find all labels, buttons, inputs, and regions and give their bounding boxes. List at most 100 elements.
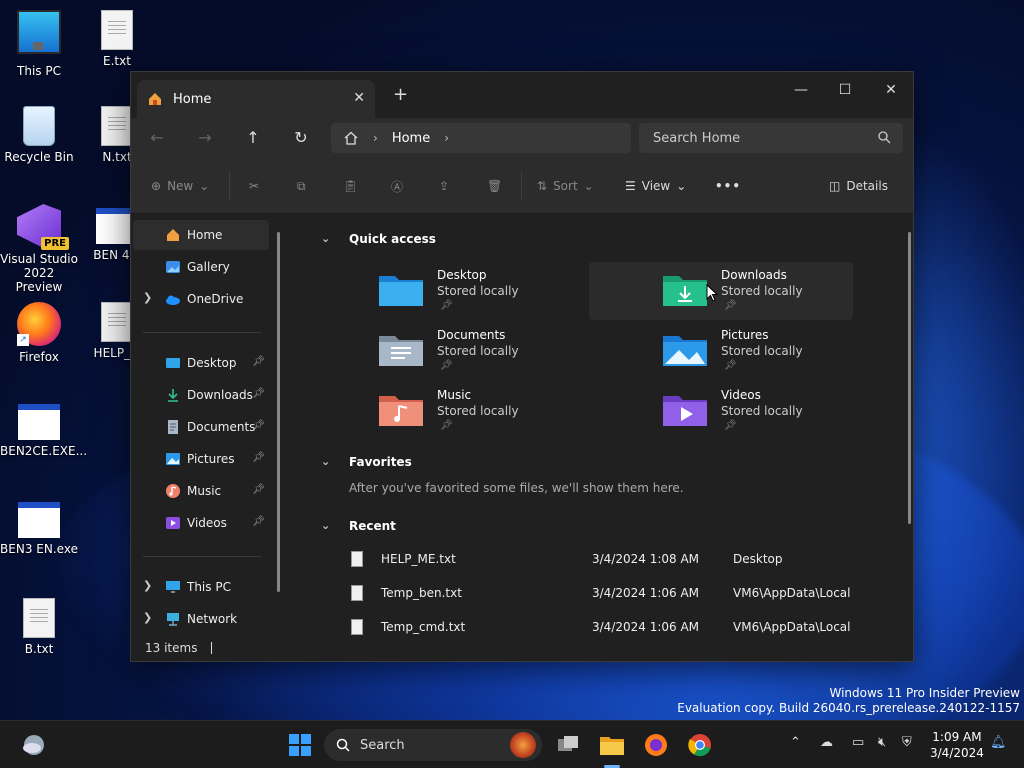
sort-button[interactable]: ⇅ Sort ⌄ — [537, 176, 594, 196]
recent-header[interactable]: ⌄ Recent — [321, 519, 396, 533]
pin-icon[interactable]: 📌︎ — [252, 356, 265, 367]
pin-icon[interactable]: 📌︎ — [252, 388, 265, 399]
cut-icon[interactable]: ✂ — [249, 176, 259, 196]
pin-icon[interactable]: 📌︎ — [252, 420, 265, 431]
forward-arrow-icon[interactable]: → — [193, 126, 217, 150]
desktop-icon-recycle-bin[interactable]: Recycle Bin — [0, 106, 78, 164]
content-scrollbar[interactable] — [908, 232, 911, 524]
minimize-button[interactable]: — — [779, 76, 823, 106]
volume-muted-icon[interactable]: 🔇︎ — [878, 735, 886, 750]
weather-icon[interactable] — [20, 731, 48, 759]
folder-name: Videos — [721, 388, 761, 402]
sidebar-scrollbar[interactable] — [277, 232, 280, 592]
taskbar-search[interactable]: Search — [324, 729, 542, 761]
address-bar: ← → ↑ ↻ › Home › Search Home — [131, 118, 913, 158]
close-tab-icon[interactable]: ✕ — [353, 90, 365, 106]
chevron-down-icon[interactable]: ⌄ — [321, 519, 330, 532]
more-options-button[interactable]: ••• — [715, 176, 741, 196]
desktop-icon-this-pc[interactable]: This PC — [0, 10, 78, 78]
table-row[interactable]: Temp_ben.txt 3/4/2024 1:06 AM VM6\AppDat… — [321, 581, 881, 605]
delete-icon[interactable]: 🗑︎ — [487, 176, 502, 196]
desktop-icon-firefox[interactable]: ↗ Firefox — [0, 302, 78, 364]
notification-bell-icon[interactable]: 🔔︎ — [990, 735, 1007, 750]
share-icon[interactable]: ⇪ — [439, 176, 449, 196]
pin-icon: 📌︎ — [724, 420, 737, 431]
table-row[interactable]: Temp_cmd.txt 3/4/2024 1:06 AM VM6\AppDat… — [321, 615, 881, 637]
title-bar[interactable]: Home ✕ + — ☐ ✕ — [131, 72, 913, 118]
sidebar-item-onedrive[interactable]: ❯ OneDrive — [133, 284, 269, 314]
quick-access-downloads[interactable]: Downloads Stored locally 📌︎ — [589, 262, 853, 320]
sidebar-item-documents[interactable]: Documents 📌︎ — [133, 412, 269, 442]
folder-status: Stored locally — [721, 344, 803, 358]
download-icon — [168, 389, 178, 402]
rename-icon[interactable]: Ⓐ — [391, 176, 403, 196]
cloud-offline-icon[interactable]: ☁ — [820, 735, 833, 750]
pin-icon[interactable]: 📌︎ — [252, 452, 265, 463]
sidebar-item-pictures[interactable]: Pictures 📌︎ — [133, 444, 269, 474]
chrome-icon[interactable] — [686, 731, 714, 759]
tab-home[interactable]: Home ✕ — [137, 80, 375, 118]
music-icon — [166, 484, 180, 498]
sidebar-item-downloads[interactable]: Downloads 📌︎ — [133, 380, 269, 410]
chevron-right-icon[interactable]: ❯ — [143, 611, 152, 624]
chevron-right-icon[interactable]: ❯ — [143, 291, 152, 304]
file-explorer-window[interactable]: Home ✕ + — ☐ ✕ ← → ↑ ↻ › Home › Search H… — [130, 71, 914, 662]
new-tab-button[interactable]: + — [393, 84, 408, 105]
up-arrow-icon[interactable]: ↑ — [241, 126, 265, 150]
table-row[interactable]: HELP_ME.txt 3/4/2024 1:08 AM Desktop — [321, 547, 881, 571]
desktop-icon-b-txt[interactable]: B.txt — [0, 598, 78, 656]
chevron-right-icon[interactable]: ❯ — [143, 579, 152, 592]
quick-access-pictures[interactable]: Pictures Stored locally 📌︎ — [589, 322, 853, 380]
security-shield-icon[interactable]: ⛨ — [902, 735, 912, 750]
view-button[interactable]: ☰ View ⌄ — [625, 176, 686, 196]
search-input[interactable]: Search Home — [639, 123, 903, 153]
sidebar-item-videos[interactable]: Videos 📌︎ — [133, 508, 269, 538]
documents-folder-icon — [379, 336, 423, 366]
cloud-icon — [166, 295, 180, 305]
quick-access-header[interactable]: ⌄ Quick access — [321, 232, 436, 246]
chevron-down-icon[interactable]: ⌄ — [321, 232, 330, 245]
divider — [229, 172, 230, 200]
clock-time: 1:09 AM — [932, 730, 982, 744]
file-explorer-icon[interactable] — [598, 731, 626, 759]
home-outline-icon[interactable] — [343, 130, 359, 146]
details-button[interactable]: ◫ Details — [829, 176, 888, 196]
text-file-icon — [101, 10, 133, 50]
pin-icon[interactable]: 📌︎ — [252, 484, 265, 495]
desktop-icon-visual-studio[interactable]: PRE Visual Studio 2022 Preview — [0, 204, 78, 294]
section-title: Favorites — [349, 455, 412, 469]
maximize-button[interactable]: ☐ — [823, 76, 867, 106]
paste-icon[interactable]: 📋︎ — [343, 176, 358, 196]
sidebar-item-home[interactable]: Home — [133, 220, 269, 250]
sidebar-item-network[interactable]: ❯ Network — [133, 604, 269, 634]
task-view-icon[interactable] — [554, 731, 582, 759]
favorites-header[interactable]: ⌄ Favorites — [321, 455, 412, 469]
sidebar-label: Home — [187, 228, 223, 242]
quick-access-videos[interactable]: Videos Stored locally 📌︎ — [589, 382, 853, 440]
desktop-icon-e-txt[interactable]: E.txt — [78, 10, 156, 68]
pin-icon[interactable]: 📌︎ — [252, 516, 265, 527]
folder-status: Stored locally — [721, 284, 803, 298]
system-clock[interactable]: 1:09 AM 3/4/2024 — [930, 729, 984, 761]
desktop-icon-ben2ce[interactable]: BEN2CE.EXE... — [0, 404, 87, 458]
new-button[interactable]: ⊕ New ⌄ — [151, 176, 209, 196]
status-bar: 13 items — [131, 635, 913, 661]
back-arrow-icon[interactable]: ← — [145, 126, 169, 150]
chevron-down-icon[interactable]: ⌄ — [321, 455, 330, 468]
sidebar-item-desktop[interactable]: Desktop 📌︎ — [133, 348, 269, 378]
copy-icon[interactable]: ⧉ — [297, 176, 306, 196]
refresh-icon[interactable]: ↻ — [289, 126, 313, 150]
breadcrumb-current[interactable]: Home — [392, 131, 430, 146]
close-window-button[interactable]: ✕ — [869, 76, 913, 106]
sidebar-label: Gallery — [187, 260, 230, 274]
chevron-up-icon[interactable]: ⌃ — [790, 735, 801, 750]
desktop-icon-ben3[interactable]: BEN3 EN.exe — [0, 502, 78, 556]
display-icon[interactable]: ▭ — [852, 735, 864, 750]
firefox-icon[interactable] — [642, 731, 670, 759]
sidebar-item-music[interactable]: Music 📌︎ — [133, 476, 269, 506]
sidebar-item-this-pc[interactable]: ❯ This PC — [133, 572, 269, 602]
breadcrumb[interactable]: › Home › — [331, 123, 631, 153]
sidebar-item-gallery[interactable]: Gallery — [133, 252, 269, 282]
chevron-right-icon[interactable]: › — [444, 131, 449, 145]
windows-start-icon[interactable] — [286, 731, 314, 759]
